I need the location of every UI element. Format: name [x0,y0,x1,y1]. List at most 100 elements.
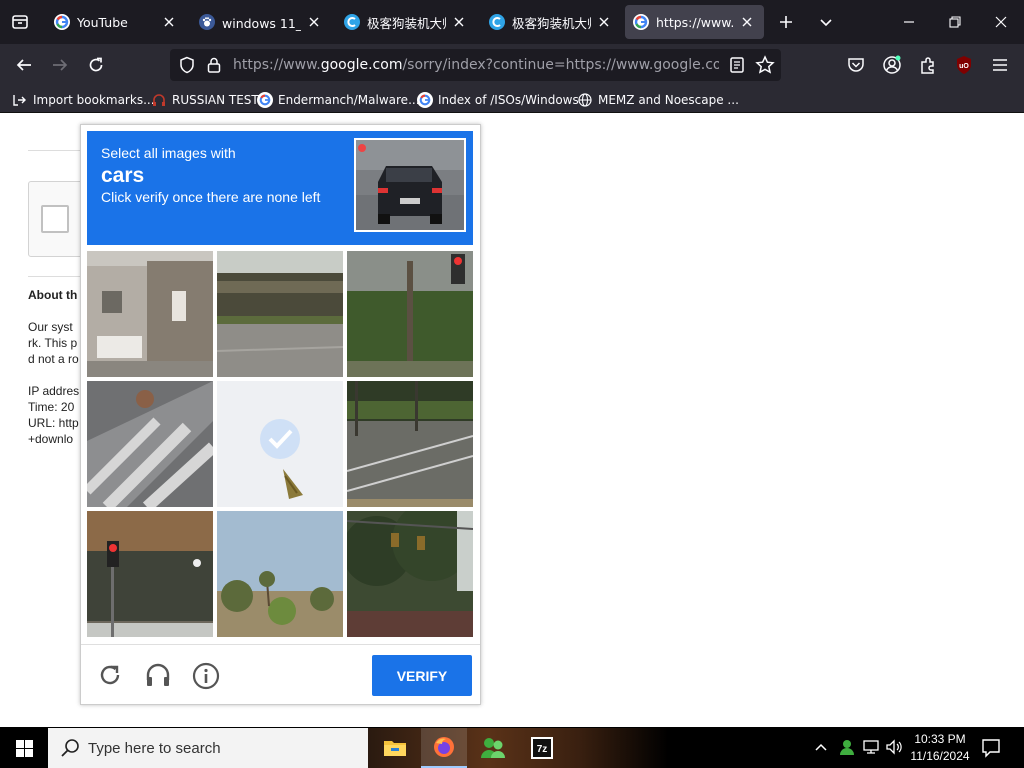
start-button[interactable] [0,728,48,768]
bookmark-label: MEMZ and Noescape ... [598,93,739,107]
page-line: rk. This p [28,336,78,350]
url-line: URL: http [28,416,79,430]
audio-challenge-icon[interactable] [144,662,172,693]
reload-icon [89,57,103,72]
pocket-icon[interactable] [846,55,866,80]
url-path: /sorry/index?continue=https://www.google… [402,57,719,73]
not-a-robot-checkbox[interactable] [41,205,69,233]
tracking-protection-icon[interactable] [178,56,196,79]
svg-text:uO: uO [959,63,969,70]
google-icon [633,14,649,30]
back-arrow-icon [16,59,31,71]
tab-geekdog-1[interactable]: 极客狗装机大师 [336,5,476,39]
captcha-subtext: Click verify once there are none left [101,189,321,205]
close-icon [995,16,1007,28]
captcha-tile-signal-trees[interactable] [347,511,473,637]
captcha-tile-loading[interactable] [217,381,343,507]
tray-people-icon[interactable] [838,738,856,761]
reload-challenge-icon[interactable] [97,662,123,693]
google-icon [54,14,70,30]
search-placeholder: Type here to search [88,739,221,757]
forward-button[interactable] [44,49,76,81]
geekdog-icon [344,14,360,30]
account-icon[interactable] [882,55,902,80]
captcha-tile-traffic-signal[interactable] [87,511,213,637]
captcha-tile-traffic-light-tree[interactable] [347,251,473,377]
divider [28,276,80,277]
show-hidden-icons-button[interactable] [814,740,828,759]
ip-address-line: IP addres [28,384,80,398]
url-text[interactable]: https://www.google.com/sorry/index?conti… [233,57,719,75]
tab-title: 极客狗装机大师 [512,15,591,31]
new-tab-button[interactable] [770,0,802,44]
extensions-icon[interactable] [918,55,938,80]
close-tab-icon[interactable] [305,13,323,31]
bookmark-label: Endermanch/Malware... [278,93,420,107]
example-car-image [354,138,466,232]
bookmark-label: Import bookmarks... [33,93,155,107]
notifications-icon[interactable] [980,737,1002,764]
captcha-tile-hedge-road[interactable] [217,251,343,377]
back-button[interactable] [8,49,40,81]
verify-button[interactable]: VERIFY [372,655,472,696]
volume-icon[interactable] [885,738,903,761]
taskbar-search-box[interactable]: Type here to search [48,728,368,768]
network-icon[interactable] [862,738,880,761]
geekdog-icon [489,14,505,30]
reload-button[interactable] [80,49,112,81]
close-tab-icon[interactable] [450,13,468,31]
7zip-icon: 7z [531,737,553,759]
captcha-tile-house[interactable] [87,251,213,377]
search-icon [61,739,79,757]
page-line: Our syst [28,320,73,334]
captcha-target: cars [101,164,145,187]
menu-icon[interactable] [990,55,1010,80]
taskbar-7zip[interactable]: 7z [519,728,565,768]
tab-youtube[interactable]: YouTube [46,5,186,39]
url-host: google.com [320,57,403,73]
bookmark-russian-test[interactable]: RUSSIAN TEST [151,90,259,110]
restore-button[interactable] [932,0,978,44]
bookmark-isos-windows[interactable]: Index of /ISOs/Windows [417,90,579,110]
tab-google-sorry[interactable]: https://www.goo [625,5,764,39]
captcha-tile-crosswalk[interactable] [87,381,213,507]
close-tab-icon[interactable] [160,13,178,31]
bookmark-memz[interactable]: MEMZ and Noescape ... [577,90,739,110]
captcha-tile-road-lanes[interactable] [347,381,473,507]
lock-icon[interactable] [206,56,222,79]
tab-title: 极客狗装机大师 [367,15,446,31]
info-icon[interactable] [192,662,220,695]
svg-text:7z: 7z [537,744,548,755]
close-tab-icon[interactable] [738,13,756,31]
tab-baidu[interactable]: windows 11_百度 [191,5,331,39]
ublock-origin-icon[interactable]: uO [954,55,974,80]
import-icon [12,92,28,108]
close-window-button[interactable] [978,0,1024,44]
bookmark-import[interactable]: Import bookmarks... [12,90,155,110]
restore-icon [949,16,961,28]
reader-view-icon[interactable] [728,56,746,79]
taskbar-file-explorer[interactable] [372,728,418,768]
bookmark-endermanch[interactable]: Endermanch/Malware... [257,90,420,110]
google-icon [257,92,273,108]
tab-overview-button[interactable] [0,0,40,44]
page-line: d not a ro [28,352,79,366]
tab-geekdog-2[interactable]: 极客狗装机大师 [481,5,621,39]
tab-tray-icon [12,15,28,29]
taskbar-firefox[interactable] [421,728,467,768]
minimize-icon [904,21,914,23]
close-tab-icon[interactable] [595,13,613,31]
taskbar-people-app[interactable] [470,728,516,768]
plus-icon [780,16,792,28]
minimize-button[interactable] [886,0,932,44]
tab-title: windows 11_百度 [222,15,301,31]
captcha-tile-palm-trees[interactable] [217,511,343,637]
list-tabs-button[interactable] [810,0,842,44]
tab-title: https://www.goo [656,14,734,30]
clock-date: 11/16/2024 [910,749,970,763]
about-heading: About th [28,288,78,302]
google-icon [417,92,433,108]
taskbar-clock[interactable]: 10:33 PM 11/16/2024 [905,731,975,765]
bookmark-star-icon[interactable] [755,55,775,80]
baidu-icon [199,14,215,30]
